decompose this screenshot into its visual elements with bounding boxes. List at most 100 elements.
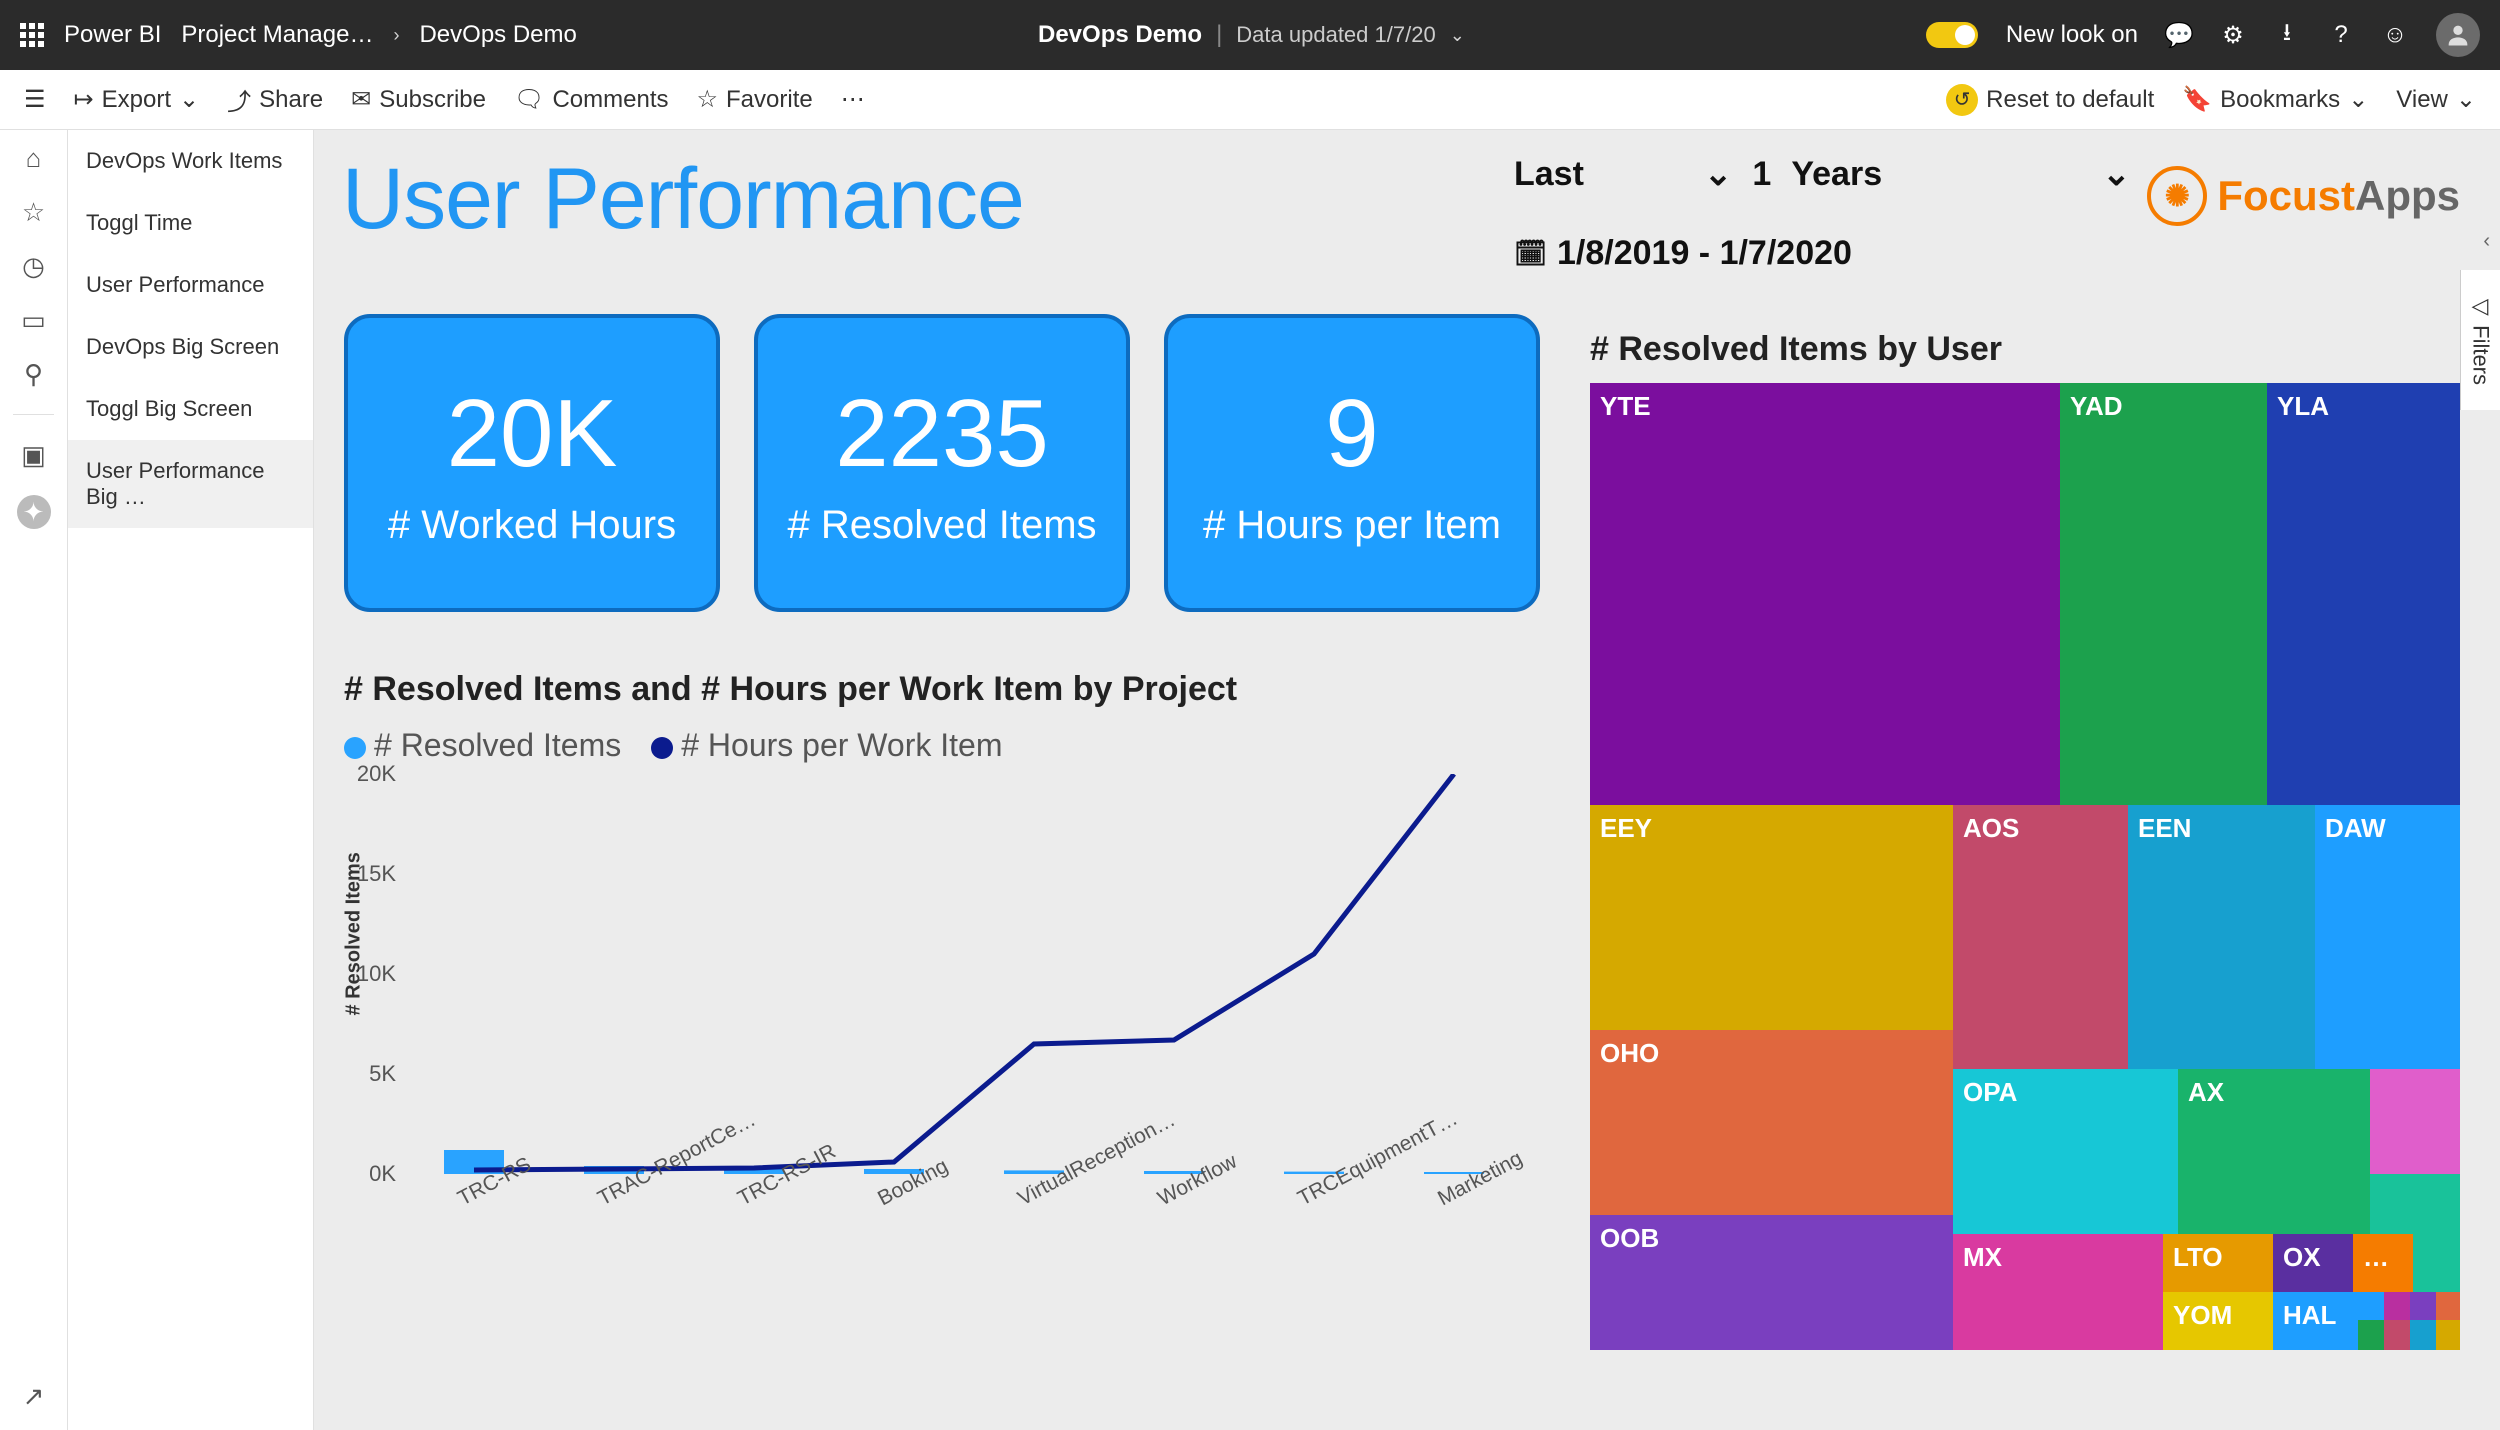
combo-chart-legend: # Resolved Items # Hours per Work Item: [344, 727, 1539, 764]
treemap-tile[interactable]: [2358, 1320, 2384, 1350]
home-icon[interactable]: ⌂: [20, 144, 48, 172]
treemap-tile[interactable]: [2436, 1292, 2460, 1320]
combo-plot: [404, 774, 1524, 1174]
page-tab[interactable]: User Performance: [68, 254, 313, 316]
y-tick: 20K: [357, 761, 396, 787]
gear-icon: ✺: [2147, 166, 2207, 226]
settings-icon[interactable]: ⚙: [2220, 22, 2246, 48]
user-avatar[interactable]: [2436, 13, 2480, 57]
slicer-number[interactable]: 1: [1752, 155, 1771, 194]
y-tick: 5K: [369, 1061, 396, 1087]
combo-chart-title: # Resolved Items and # Hours per Work It…: [344, 670, 1539, 709]
treemap-tile[interactable]: OHO: [1590, 1030, 1953, 1215]
page-tab[interactable]: Toggl Time: [68, 192, 313, 254]
treemap-tile[interactable]: [2410, 1292, 2436, 1320]
treemap-tile[interactable]: MX: [1953, 1234, 2163, 1350]
page-tab[interactable]: User Performance Big …: [68, 440, 313, 528]
treemap-tile[interactable]: OX: [2273, 1234, 2353, 1292]
page-tab[interactable]: DevOps Work Items: [68, 130, 313, 192]
chat-icon[interactable]: 💬: [2166, 22, 2192, 48]
app-name[interactable]: Power BI: [64, 21, 161, 49]
expand-filters-chevron-icon[interactable]: ‹: [2483, 230, 2490, 253]
data-updated-label[interactable]: Data updated 1/7/20: [1236, 22, 1435, 48]
treemap-visual[interactable]: # Resolved Items by User YTEYADYLAEEYOHO…: [1590, 330, 2460, 1350]
reset-button[interactable]: ↺Reset to default: [1946, 84, 2154, 116]
treemap-tile[interactable]: YTE: [1590, 383, 2060, 805]
treemap-tile[interactable]: AX: [2178, 1069, 2370, 1234]
treemap-tile[interactable]: HAL: [2273, 1292, 2358, 1350]
kpi-card[interactable]: 20K # Worked Hours: [344, 314, 720, 612]
report-title-center: DevOps Demo: [1038, 21, 1202, 49]
treemap-tile[interactable]: [2413, 1234, 2460, 1292]
slicer-relative[interactable]: Last⌄: [1514, 154, 1732, 194]
favorite-button[interactable]: ☆ Favorite: [697, 85, 813, 114]
app-launcher-icon[interactable]: [20, 23, 44, 47]
treemap-tile[interactable]: [2415, 1069, 2460, 1174]
subscribe-button[interactable]: ✉ Subscribe: [351, 85, 486, 114]
feedback-icon[interactable]: ☺: [2382, 22, 2408, 48]
download-icon[interactable]: ⭳: [2274, 22, 2300, 48]
treemap-tile[interactable]: LTO: [2163, 1234, 2273, 1292]
pages-pane: DevOps Work ItemsToggl TimeUser Performa…: [68, 130, 314, 1430]
recent-icon[interactable]: ◷: [20, 252, 48, 280]
treemap-tile[interactable]: OOB: [1590, 1215, 1953, 1350]
y-tick: 15K: [357, 861, 396, 887]
view-button[interactable]: View ⌄: [2396, 85, 2476, 114]
treemap-tile[interactable]: [2410, 1320, 2436, 1350]
treemap-tile[interactable]: [2384, 1292, 2410, 1320]
apps-icon[interactable]: ▭: [20, 306, 48, 334]
comments-button[interactable]: 🗨 Comments: [514, 85, 669, 114]
kpi-value: 20K: [447, 379, 618, 489]
calendar-icon: 🗓: [1514, 238, 1547, 269]
kpi-label: # Resolved Items: [787, 503, 1096, 548]
report-breadcrumb[interactable]: DevOps Demo: [419, 21, 576, 49]
export-data-icon[interactable]: ↗: [20, 1382, 48, 1410]
treemap-tile[interactable]: EEN: [2128, 805, 2315, 1069]
kpi-value: 9: [1325, 379, 1378, 489]
chevron-down-icon[interactable]: ⌄: [1450, 25, 1465, 46]
treemap-tile[interactable]: EEY: [1590, 805, 1953, 1030]
y-tick: 0K: [369, 1161, 396, 1187]
slicer-unit[interactable]: Years⌄: [1791, 154, 2130, 194]
shared-icon[interactable]: ⚲: [20, 360, 48, 388]
export-button[interactable]: ↦ Export ⌄: [74, 85, 200, 114]
combo-chart[interactable]: # Resolved Items and # Hours per Work It…: [344, 670, 1539, 1249]
filters-pane-tab[interactable]: ◁ Filters: [2460, 270, 2500, 410]
treemap-tile[interactable]: YAD: [2060, 383, 2267, 805]
treemap-tile[interactable]: [2384, 1320, 2410, 1350]
page-tab[interactable]: Toggl Big Screen: [68, 378, 313, 440]
workspaces-icon[interactable]: ▣: [20, 441, 48, 469]
treemap-tile[interactable]: AOS: [1953, 805, 2128, 1069]
hamburger-icon[interactable]: ☰: [24, 85, 46, 114]
app-header: Power BI Project Manage… › DevOps Demo D…: [0, 0, 2500, 70]
bookmarks-button[interactable]: 🔖 Bookmarks ⌄: [2182, 85, 2368, 114]
share-button[interactable]: ⤴ Share: [227, 82, 323, 117]
more-button[interactable]: ⋯: [841, 85, 865, 114]
workspace-badge-icon[interactable]: ✦: [17, 495, 51, 529]
y-tick: 10K: [357, 961, 396, 987]
brand-logo: ✺ FocustApps: [2147, 166, 2460, 226]
new-look-toggle[interactable]: [1926, 22, 1978, 48]
treemap-tile[interactable]: [2370, 1069, 2415, 1174]
treemap-tile[interactable]: [2370, 1174, 2460, 1234]
kpi-card[interactable]: 9 # Hours per Item: [1164, 314, 1540, 612]
treemap-tile[interactable]: DAW: [2315, 805, 2460, 1069]
treemap-tile[interactable]: YOM: [2163, 1292, 2273, 1350]
date-range: 🗓 1/8/2019 - 1/7/2020: [1514, 234, 1852, 273]
treemap-tile[interactable]: YLA: [2267, 383, 2460, 805]
new-look-label: New look on: [2006, 21, 2138, 49]
treemap-tile[interactable]: [2358, 1292, 2384, 1320]
favorites-icon[interactable]: ☆: [20, 198, 48, 226]
kpi-value: 2235: [835, 379, 1049, 489]
breadcrumb-chevron-icon: ›: [393, 25, 399, 46]
page-tab[interactable]: DevOps Big Screen: [68, 316, 313, 378]
kpi-label: # Hours per Item: [1203, 503, 1501, 548]
treemap-tile[interactable]: OPA: [1953, 1069, 2178, 1234]
report-canvas: User Performance Last⌄ 1 Years⌄ 🗓 1/8/20…: [314, 130, 2500, 1430]
help-icon[interactable]: ?: [2328, 22, 2354, 48]
treemap-tile[interactable]: …: [2353, 1234, 2413, 1292]
kpi-card[interactable]: 2235 # Resolved Items: [754, 314, 1130, 612]
kpi-label: # Worked Hours: [388, 503, 676, 548]
workspace-breadcrumb[interactable]: Project Manage…: [181, 21, 373, 49]
treemap-tile[interactable]: [2436, 1320, 2460, 1350]
